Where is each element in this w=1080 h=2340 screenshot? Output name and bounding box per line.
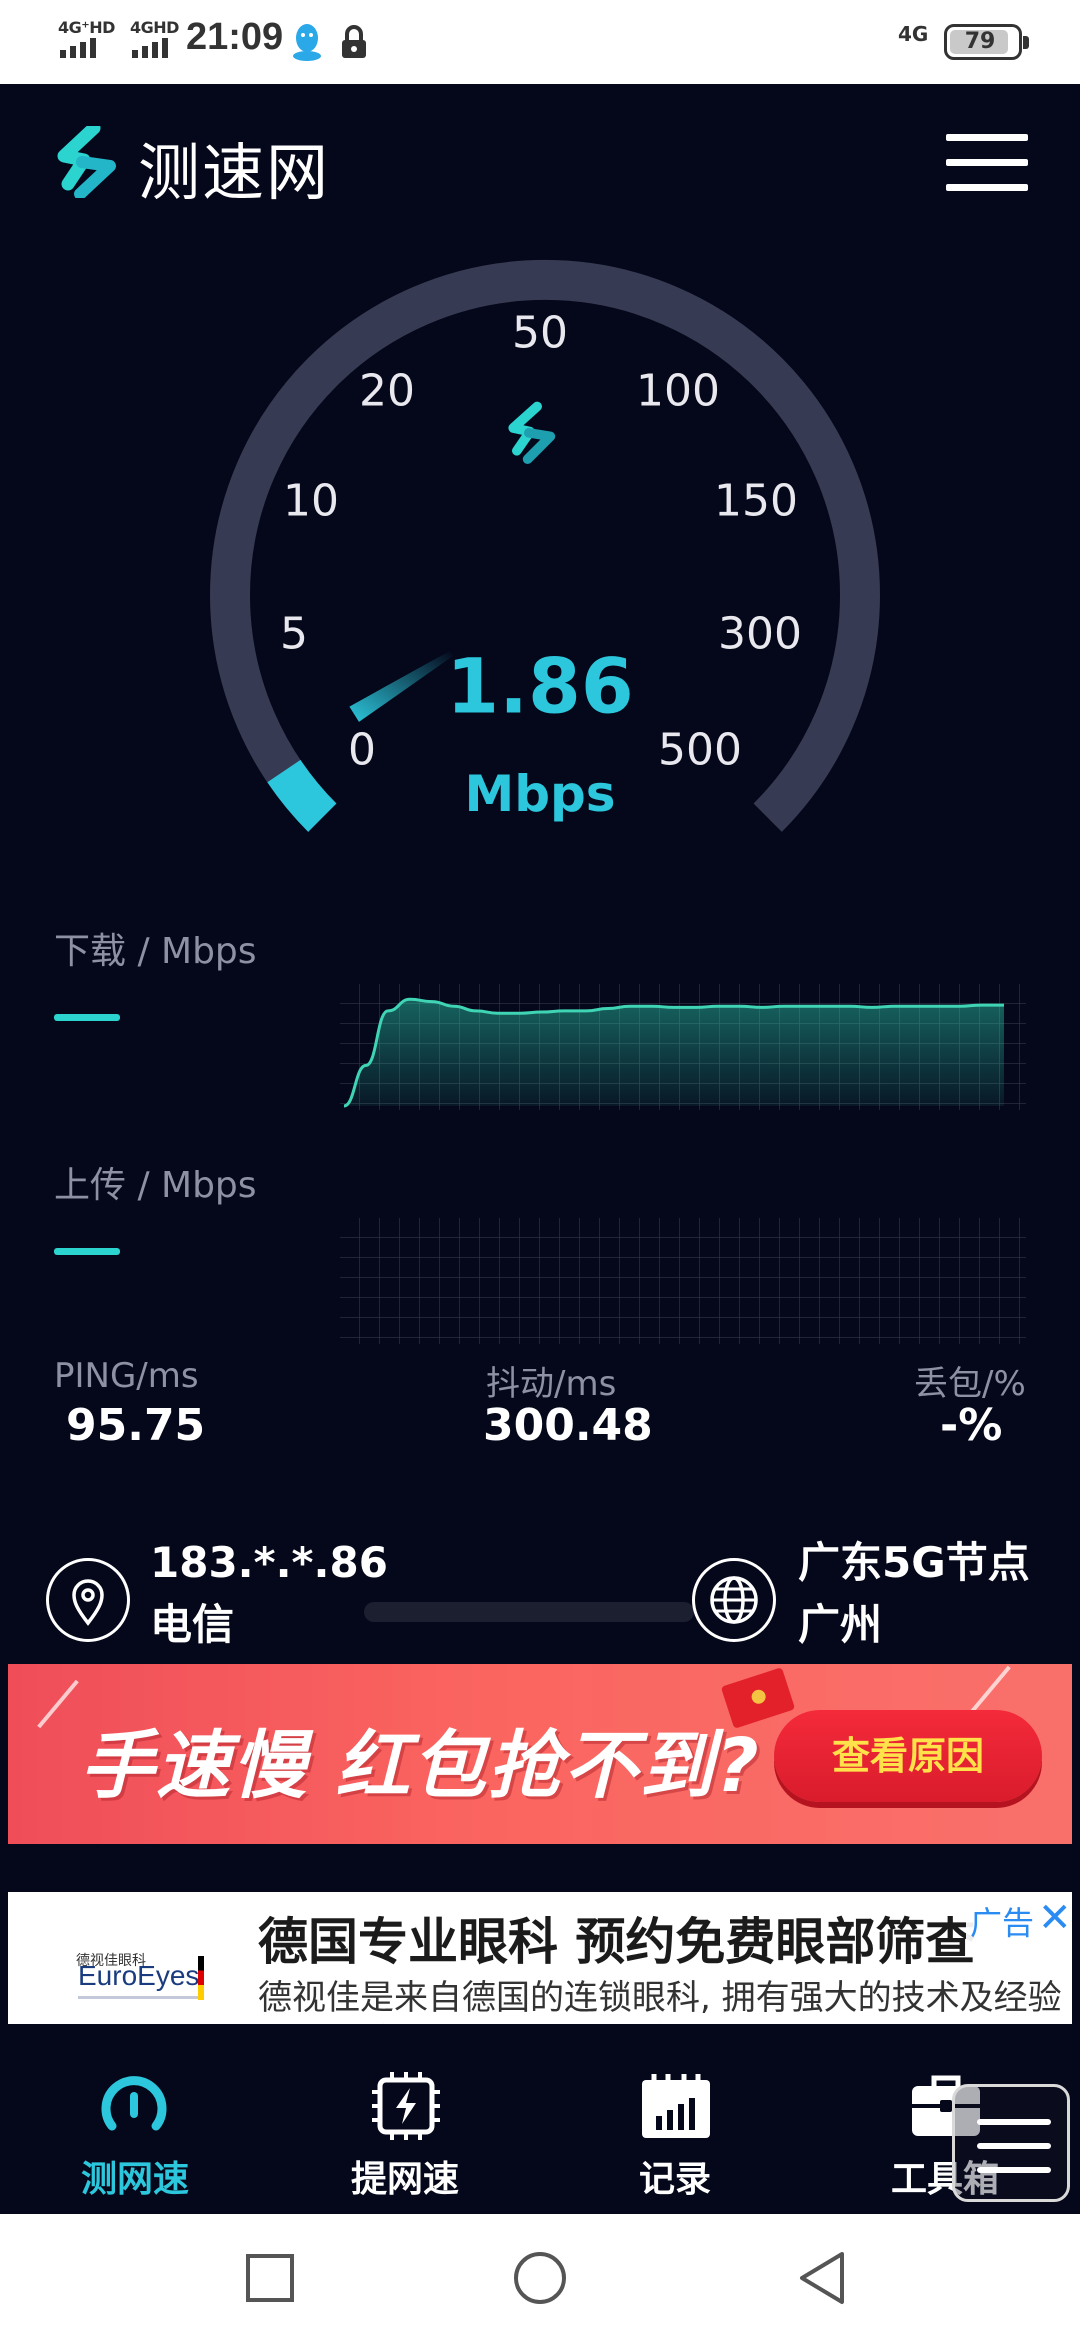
upload-label: 上传 / Mbps <box>54 1165 257 1206</box>
upload-graph-grid <box>340 1218 1026 1344</box>
nav-label: 记录 <box>638 2159 711 2200</box>
speedometer-icon <box>101 2076 167 2131</box>
ping-value: 95.75 <box>66 1400 206 1451</box>
german-flag-icon <box>198 1956 204 2000</box>
bottom-nav: 测网速 提网速 记录 工具箱 <box>0 2024 1080 2214</box>
gauge-track <box>210 260 880 832</box>
system-navigation-bar <box>0 2214 1080 2340</box>
ad-banner[interactable]: 德视佳眼科 EuroEyes 德国专业眼科 预约免费眼部筛查 德视佳是来自德国的… <box>8 1892 1072 2024</box>
nav-records[interactable]: 记录 <box>540 2024 810 2214</box>
gauge-tick-50: 50 <box>512 307 568 359</box>
packet-loss-label: 丢包/% <box>914 1364 1026 1404</box>
recent-apps-icon[interactable] <box>242 2250 298 2306</box>
upload-graph <box>340 1218 1026 1344</box>
speed-unit: Mbps <box>464 765 616 823</box>
speed-value: 1.86 <box>446 641 634 731</box>
jitter-label: 抖动/ms <box>486 1364 617 1404</box>
ad-logo: EuroEyes <box>78 1960 200 1991</box>
chart-icon <box>642 2074 710 2138</box>
packet-loss-value: -% <box>940 1400 1003 1451</box>
nav-label: 测网速 <box>80 2159 189 2200</box>
ip-address: 183.*.*.86 <box>150 1538 388 1587</box>
globe-icon[interactable] <box>692 1558 776 1642</box>
promo-banner[interactable]: 手速慢 红包抢不到? 查看原因 <box>8 1664 1072 1844</box>
server-info-divider <box>364 1602 694 1622</box>
download-graph <box>340 984 1026 1110</box>
isp-name: 电信 <box>150 1600 235 1649</box>
location-pin-icon <box>46 1558 130 1642</box>
gauge-progress-arc <box>267 759 337 832</box>
floating-menu-button[interactable] <box>952 2084 1070 2202</box>
gauge-tick-10: 10 <box>283 475 339 527</box>
server-city[interactable]: 广州 <box>798 1594 882 1656</box>
gauge-tick-20: 20 <box>359 365 415 417</box>
home-icon[interactable] <box>512 2250 568 2306</box>
gauge-needle <box>349 650 454 722</box>
nav-speed-boost[interactable]: 提网速 <box>270 2024 540 2214</box>
back-icon[interactable] <box>796 2250 852 2306</box>
gauge-tick-0: 0 <box>348 724 376 776</box>
chip-bolt-icon <box>372 2072 440 2140</box>
download-legend-dash <box>54 1014 120 1021</box>
gauge-tick-150: 150 <box>714 475 798 527</box>
download-graph-area <box>344 999 1004 1106</box>
gauge-center-logo-icon <box>508 401 556 465</box>
jitter-value: 300.48 <box>483 1400 653 1451</box>
nav-label: 提网速 <box>350 2159 459 2200</box>
ad-tag: 广告 <box>966 1898 1039 1944</box>
gauge-tick-500: 500 <box>658 724 742 776</box>
ad-close-icon[interactable]: ✕ <box>1038 1898 1072 1938</box>
download-label: 下载 / Mbps <box>54 931 257 972</box>
gauge-tick-100: 100 <box>636 365 720 417</box>
upload-legend-dash <box>54 1248 120 1255</box>
gauge-tick-5: 5 <box>280 608 308 660</box>
ad-title[interactable]: 德国专业眼科 预约免费眼部筛查 <box>258 1902 975 1974</box>
banner-title: 手速慢 红包抢不到? <box>80 1723 761 1809</box>
view-reason-button[interactable]: 查看原因 <box>774 1710 1042 1802</box>
ad-description-2: 下载眼镜的生活近在眼目 立刻预约免费筛查 <box>258 2014 915 2024</box>
ad-description: 德视佳是来自德国的连锁眼科, 拥有强大的技术及经验 <box>258 1978 1062 2018</box>
ping-label: PING/ms <box>54 1356 199 1396</box>
nav-speed-test[interactable]: 测网速 <box>0 2024 270 2214</box>
gauge-tick-300: 300 <box>718 608 802 660</box>
speed-gauge <box>210 260 880 832</box>
server-node[interactable]: 广东5G节点 <box>798 1532 1030 1594</box>
